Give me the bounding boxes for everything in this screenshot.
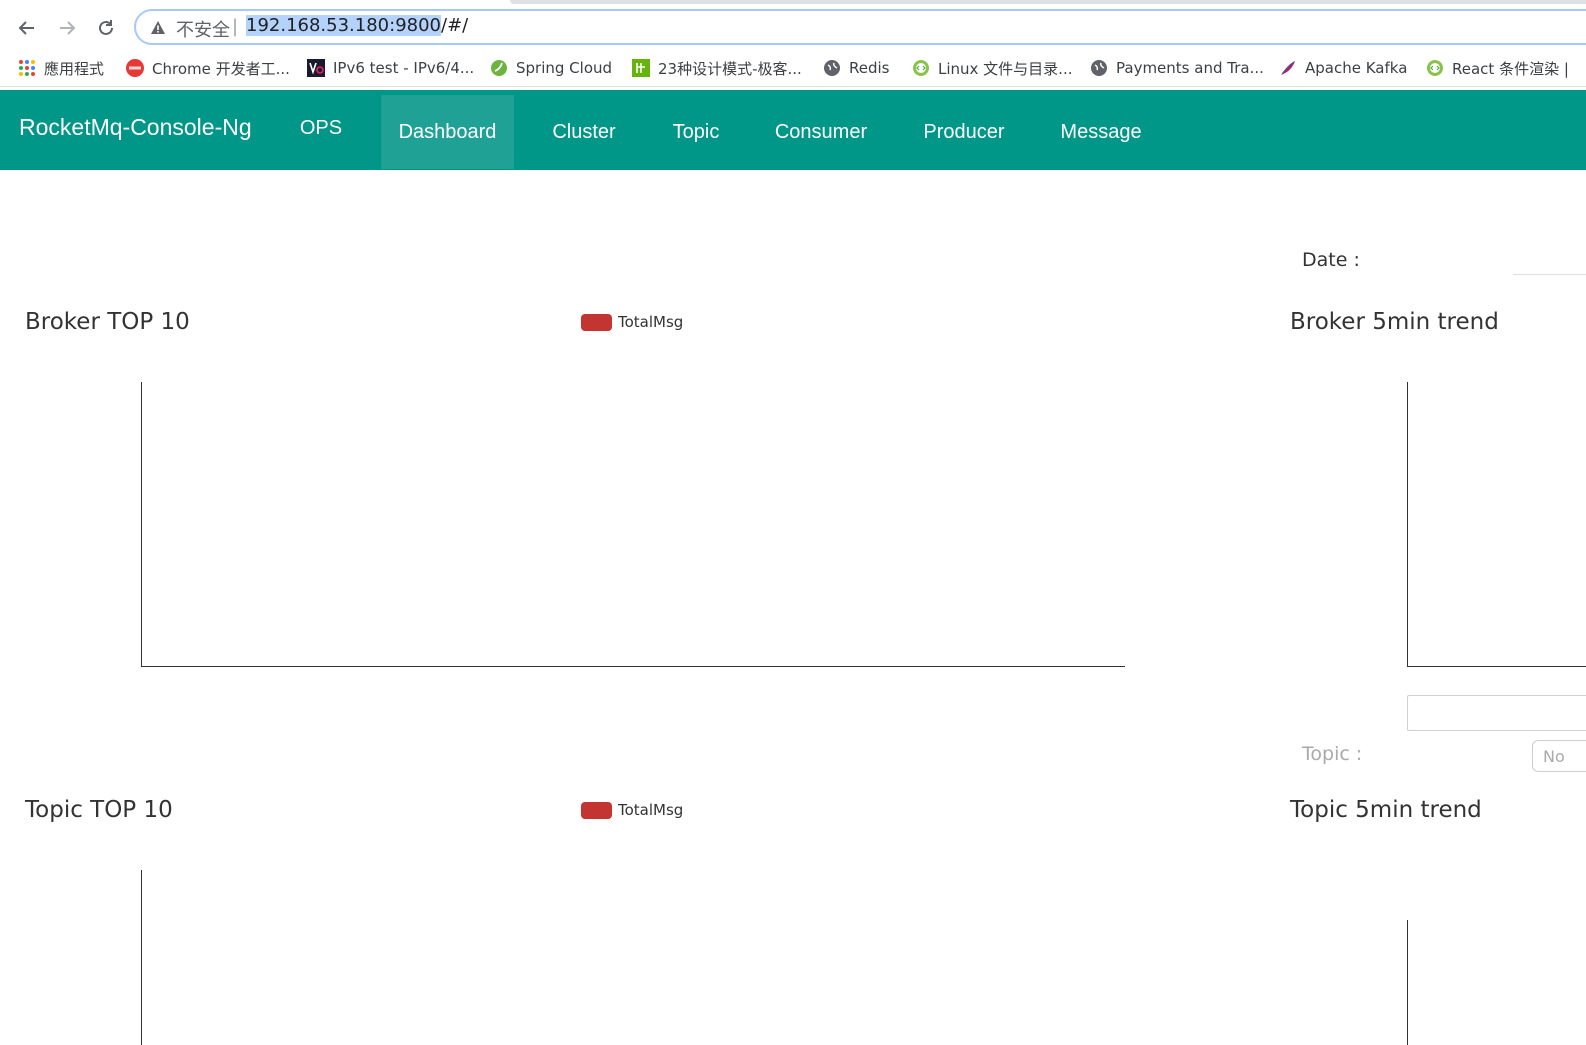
bookmark-label: 23种设计模式-极客... — [658, 59, 802, 78]
bookmarks-bar: 應用程式 Chrome 开发者工... IPv6 test - IPv6/4..… — [0, 50, 1586, 87]
legend-label: TotalMsg — [618, 313, 684, 331]
code-icon — [913, 60, 929, 76]
browser-toolbar: 不安全 | 192.168.53.180:9800/#/ — [0, 6, 1586, 48]
broker-trend-x-axis — [1407, 666, 1586, 667]
bookmark-apps[interactable]: 應用程式 — [18, 57, 104, 79]
topic-top10-y-axis — [141, 870, 142, 1045]
nav-dashboard[interactable]: Dashboard — [381, 95, 514, 169]
nav-cluster-label: Cluster — [552, 120, 616, 143]
bookmark-redis[interactable]: Redis — [823, 57, 889, 79]
bookmark-label: 應用程式 — [44, 59, 105, 78]
arrow-left-icon — [18, 21, 34, 35]
nav-dashboard-label: Dashboard — [398, 120, 497, 143]
geek-icon — [632, 59, 650, 77]
nav-ops-label: OPS — [299, 116, 343, 139]
reload-icon — [99, 20, 113, 35]
code-icon — [1427, 60, 1443, 76]
legend-swatch — [581, 313, 612, 331]
ipv6-icon — [307, 59, 325, 77]
nav-consumer[interactable]: Consumer — [757, 95, 885, 169]
bookmark-label: Payments and Tra... — [1116, 59, 1264, 77]
topic-select[interactable]: No — [1532, 740, 1586, 772]
url-separator: | — [232, 16, 239, 37]
apps-grid-icon — [19, 60, 35, 76]
back-button[interactable] — [15, 16, 39, 40]
topic-trend-title: Topic 5min trend — [1290, 797, 1482, 823]
topic-top10-legend[interactable]: TotalMsg — [581, 801, 683, 819]
bookmark-react[interactable]: React 条件渲染 | — [1426, 57, 1569, 79]
bookmark-apache-kafka[interactable]: Apache Kafka — [1279, 57, 1407, 79]
reload-button[interactable] — [94, 16, 118, 40]
nav-cluster[interactable]: Cluster — [534, 95, 634, 169]
bookmark-label: Redis — [849, 59, 890, 77]
broker-trend-title: Broker 5min trend — [1290, 309, 1499, 335]
html-icon — [126, 59, 144, 77]
brand-logo-text[interactable]: RocketMq-Console-Ng — [19, 114, 252, 141]
bookmark-payments[interactable]: Payments and Tra... — [1090, 57, 1264, 79]
broker-select[interactable] — [1407, 695, 1586, 731]
broker-top10-title: Broker TOP 10 — [25, 309, 190, 335]
broker-trend-y-axis — [1407, 382, 1408, 667]
tab-strip-edge — [510, 0, 1586, 4]
date-picker-input[interactable] — [1513, 242, 1586, 275]
nav-message[interactable]: Message — [1042, 95, 1160, 169]
topic-label: Topic : — [1302, 743, 1363, 765]
nav-ops[interactable]: OPS — [282, 91, 360, 165]
broker-top10-y-axis — [141, 382, 142, 667]
url-text[interactable]: 192.168.53.180:9800/#/ — [246, 15, 468, 36]
broker-top10-x-axis — [141, 666, 1125, 667]
not-secure-label: 不安全 — [176, 20, 230, 41]
bookmark-design-patterns[interactable]: 23种设计模式-极客... — [632, 57, 802, 79]
bookmark-chrome-devtools[interactable]: Chrome 开发者工... — [126, 57, 290, 79]
url-host: 192.168.53.180:9800 — [246, 15, 442, 36]
nav-topic[interactable]: Topic — [655, 95, 737, 169]
globe-icon — [824, 60, 840, 76]
bookmark-spring-cloud[interactable]: Spring Cloud — [490, 57, 612, 79]
url-path: /#/ — [441, 15, 469, 36]
nav-producer[interactable]: Producer — [905, 95, 1023, 169]
bookmark-label: IPv6 test - IPv6/4... — [333, 59, 475, 77]
bookmark-label: Spring Cloud — [516, 59, 613, 77]
nav-producer-label: Producer — [923, 120, 1005, 143]
globe-icon — [1091, 60, 1107, 76]
arrow-right-icon — [60, 21, 76, 35]
bookmark-label: Apache Kafka — [1305, 59, 1408, 77]
bookmark-label: Linux 文件与目录... — [938, 59, 1073, 78]
forward-button[interactable] — [55, 16, 79, 40]
bookmark-label: Chrome 开发者工... — [152, 59, 290, 78]
broker-top10-legend[interactable]: TotalMsg — [581, 313, 683, 331]
app-navbar: RocketMq-Console-Ng OPS Dashboard Cluste… — [0, 90, 1586, 170]
topic-top10-title: Topic TOP 10 — [25, 797, 173, 823]
spring-leaf-icon — [491, 60, 507, 76]
bookmark-ipv6-test[interactable]: IPv6 test - IPv6/4... — [307, 57, 474, 79]
legend-swatch — [581, 801, 612, 819]
topic-trend-y-axis — [1407, 920, 1408, 1045]
warning-triangle-icon — [151, 21, 165, 34]
feather-icon — [1281, 61, 1295, 75]
nav-message-label: Message — [1060, 120, 1142, 143]
address-bar[interactable]: 不安全 | 192.168.53.180:9800/#/ — [134, 9, 1586, 45]
bookmark-linux-files[interactable]: Linux 文件与目录... — [912, 57, 1073, 79]
legend-label: TotalMsg — [618, 801, 684, 819]
bookmark-label: React 条件渲染 | — [1452, 59, 1569, 78]
nav-topic-label: Topic — [672, 120, 720, 143]
date-label: Date : — [1302, 249, 1360, 271]
nav-consumer-label: Consumer — [774, 120, 868, 143]
